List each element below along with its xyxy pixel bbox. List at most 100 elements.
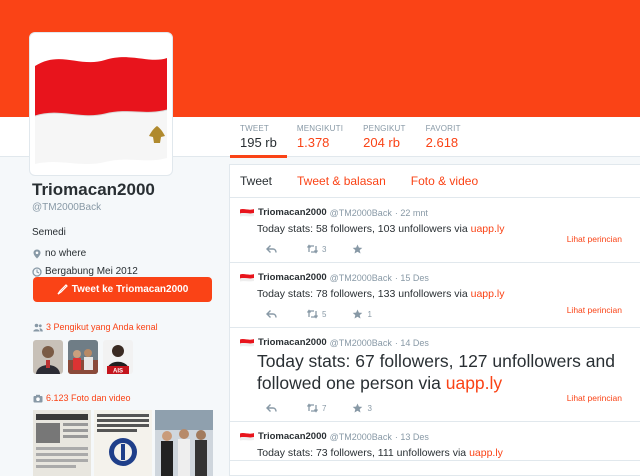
stat-followers[interactable]: PENGIKUT 204 rb	[353, 117, 416, 157]
tweet-body: Today stats: 73 followers, 111 unfollowe…	[257, 447, 470, 460]
people-icon	[33, 323, 43, 331]
tweet-item[interactable]: Triomacan2000 @TM2000Back · 13 Des Today…	[230, 422, 640, 462]
tweet-author-name[interactable]: Triomacan2000	[258, 431, 327, 442]
follower-avatar[interactable]: AIS	[103, 340, 133, 374]
photos-videos-link[interactable]: 6.123 Foto dan video	[33, 393, 131, 403]
follower-avatar[interactable]	[68, 340, 98, 374]
tab-photos-videos[interactable]: Foto & video	[411, 174, 478, 188]
view-details-link[interactable]: Lihat perincian	[567, 234, 622, 244]
favorite-star-icon	[353, 403, 363, 413]
profile-stats: TWEET 195 rb MENGIKUTI 1.378 PENGIKUT 20…	[230, 117, 471, 158]
profile-avatar[interactable]	[29, 32, 173, 176]
quill-icon	[57, 284, 68, 295]
stat-following[interactable]: MENGIKUTI 1.378	[287, 117, 353, 157]
photos-videos-text: 6.123 Foto dan video	[46, 393, 131, 403]
reply-icon	[266, 404, 277, 413]
stat-label: MENGIKUTI	[296, 124, 344, 133]
stat-value: 1.378	[296, 135, 330, 150]
tweet-author-handle[interactable]: @TM2000Back	[330, 273, 392, 283]
tweet-link[interactable]: uapp.ly	[446, 373, 502, 393]
reply-button[interactable]	[266, 309, 281, 319]
favorite-count: 1	[367, 309, 372, 319]
svg-text:AIS: AIS	[113, 369, 123, 375]
indonesian-flag-icon	[35, 57, 167, 164]
retweet-count: 3	[322, 244, 327, 254]
tweet-item[interactable]: Triomacan2000 @TM2000Back · 14 Des Today…	[230, 328, 640, 423]
favorite-count: 3	[367, 403, 372, 413]
view-details-link[interactable]: Lihat perincian	[567, 305, 622, 315]
tweet-timestamp[interactable]: · 15 Des	[395, 273, 429, 283]
view-details-link[interactable]: Lihat perincian	[567, 393, 622, 403]
tweet-author-name[interactable]: Triomacan2000	[258, 272, 327, 283]
photo-grid	[33, 410, 213, 476]
profile-handle[interactable]: @TM2000Back	[32, 202, 216, 213]
location-pin-icon	[33, 249, 41, 258]
profile-sidebar: Triomacan2000 @TM2000Back Semedi no wher…	[32, 180, 216, 277]
followers-you-know-link[interactable]: 3 Pengikut yang Anda kenal	[33, 322, 158, 332]
retweet-icon	[307, 403, 318, 413]
indonesian-flag-icon	[240, 209, 254, 217]
tweet-link[interactable]: uapp.ly	[471, 288, 505, 300]
profile-joined: Bergabung Mei 2012	[32, 266, 216, 277]
indonesian-flag-icon	[240, 433, 254, 441]
retweet-button[interactable]: 3	[307, 244, 326, 254]
tweet-timestamp[interactable]: · 13 Des	[395, 432, 429, 442]
profile-name[interactable]: Triomacan2000	[32, 180, 216, 200]
stat-value: 204 rb	[363, 135, 400, 150]
favorite-star-icon	[353, 309, 363, 319]
favorite-button[interactable]	[352, 244, 367, 254]
tweet-author-name[interactable]: Triomacan2000	[258, 337, 327, 348]
tweet-body: Today stats: 58 followers, 103 unfollowe…	[257, 223, 471, 235]
calendar-icon	[32, 266, 42, 277]
reply-button[interactable]	[266, 403, 281, 413]
tab-tweets[interactable]: Tweet	[240, 174, 272, 188]
tweet-timestamp[interactable]: · 14 Des	[395, 338, 429, 348]
tab-tweets-replies[interactable]: Tweet & balasan	[297, 174, 386, 188]
stat-label: TWEET	[240, 124, 269, 133]
favorite-star-icon	[353, 244, 363, 254]
followers-avatars: AIS	[33, 340, 133, 374]
followers-known-text: 3 Pengikut yang Anda kenal	[46, 322, 158, 332]
retweet-button[interactable]: 7	[307, 403, 326, 413]
stat-label: PENGIKUT	[363, 124, 406, 133]
tweet-author-handle[interactable]: @TM2000Back	[330, 208, 392, 218]
tweet-to-button[interactable]: Tweet ke Triomacan2000	[33, 277, 212, 302]
indonesian-flag-icon	[240, 339, 254, 347]
tweet-timestamp[interactable]: · 22 mnt	[395, 208, 428, 218]
tweet-body: Today stats: 78 followers, 133 unfollowe…	[257, 288, 471, 301]
tweet-author-handle[interactable]: @TM2000Back	[330, 338, 392, 348]
tweet-text: Today stats: 78 followers, 133 unfollowe…	[240, 287, 630, 301]
stat-value: 2.618	[425, 135, 459, 150]
tweet-item[interactable]: Triomacan2000 @TM2000Back · 22 mnt Today…	[230, 198, 640, 264]
photo-thumbnail[interactable]	[33, 410, 91, 476]
tweet-author-handle[interactable]: @TM2000Back	[330, 432, 392, 442]
tweet-body: Today stats: 67 followers, 127 unfollowe…	[257, 351, 615, 394]
timeline: Tweet Tweet & balasan Foto & video Triom…	[229, 164, 640, 476]
reply-icon	[266, 245, 277, 254]
favorite-button[interactable]: 3	[352, 403, 372, 413]
profile-location: no where	[32, 248, 216, 259]
tweet-to-label: Tweet ke Triomacan2000	[71, 284, 189, 295]
photo-thumbnail[interactable]	[155, 410, 213, 476]
retweet-button[interactable]: 5	[307, 309, 326, 319]
tweet-item[interactable]: Triomacan2000 @TM2000Back · 15 Des Today…	[230, 263, 640, 329]
indonesian-flag-icon	[240, 274, 254, 282]
location-text: no where	[45, 248, 87, 259]
retweet-icon	[307, 244, 318, 254]
stat-favorites[interactable]: FAVORIT 2.618	[416, 117, 471, 157]
tweet-link[interactable]: uapp.ly	[469, 447, 503, 459]
reply-button[interactable]	[266, 244, 281, 254]
tweet-link[interactable]: uapp.ly	[471, 223, 505, 235]
reply-icon	[266, 310, 277, 319]
tweet-text: Today stats: 67 followers, 127 unfollowe…	[240, 351, 630, 395]
camera-icon	[33, 394, 43, 402]
follower-avatar[interactable]	[33, 340, 63, 374]
joined-text: Bergabung Mei 2012	[45, 266, 138, 277]
tweet-author-name[interactable]: Triomacan2000	[258, 207, 327, 218]
stat-value: 195 rb	[240, 135, 277, 150]
profile-bio: Semedi	[32, 227, 66, 238]
favorite-button[interactable]: 1	[352, 309, 372, 319]
tweet-text: Today stats: 73 followers, 111 unfollowe…	[240, 446, 630, 460]
photo-thumbnail[interactable]	[94, 410, 152, 476]
stat-tweets[interactable]: TWEET 195 rb	[230, 117, 287, 158]
